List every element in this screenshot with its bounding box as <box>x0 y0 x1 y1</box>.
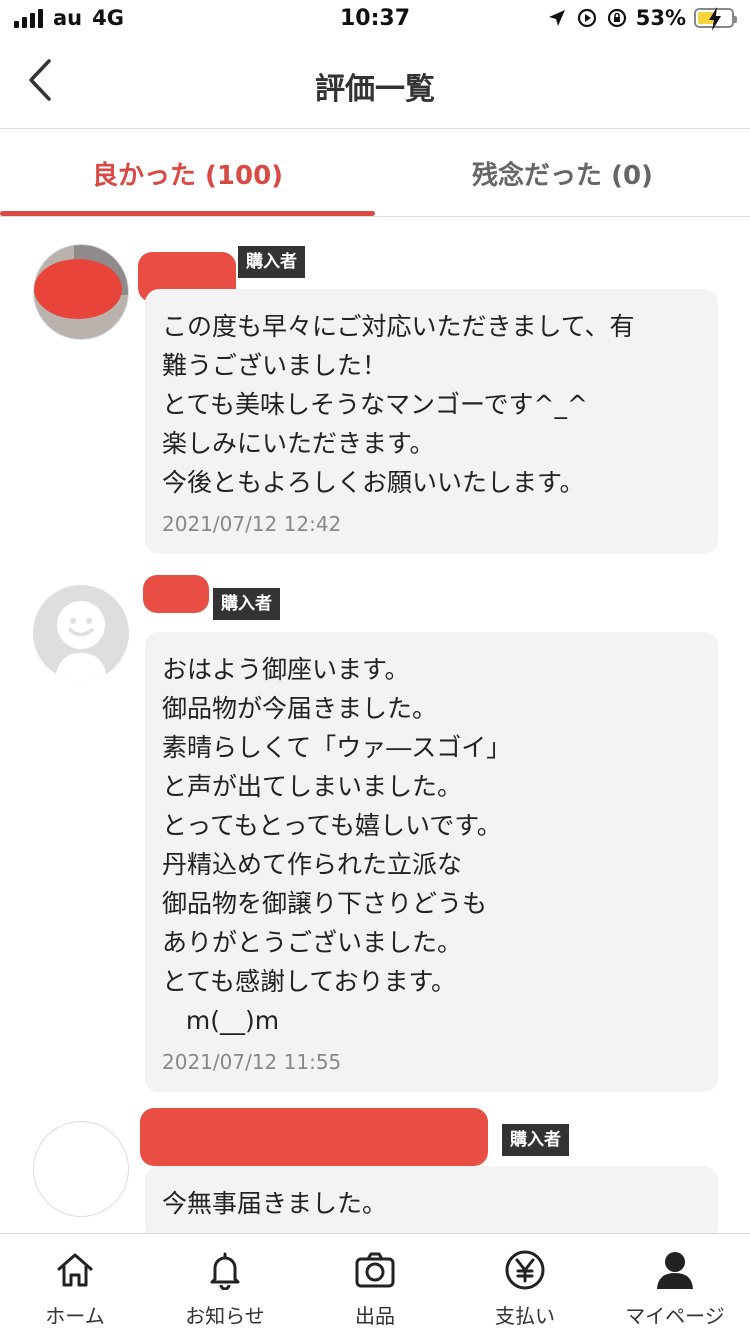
status-bar: au 4G 10:37 53% <box>0 0 750 40</box>
review-text: とても感謝しております。 <box>162 967 457 996</box>
review-text: 丹精込めて作られた立派な <box>162 850 463 879</box>
tabbar-label: 支払い <box>495 1304 555 1328</box>
navigation-bar: 評価一覧 <box>0 40 750 129</box>
review-bubble: おはよう御座います。 御品物が今届きました。 素晴らしくて「ウァ―スゴイ」 と声… <box>145 632 718 1092</box>
reviewer-avatar[interactable] <box>33 1121 129 1217</box>
tabbar-mypage[interactable]: マイページ <box>600 1234 750 1334</box>
rating-tabs: 良かった (100) 残念だった (0) <box>0 130 750 217</box>
tabbar-notifications[interactable]: お知らせ <box>150 1234 300 1334</box>
review-text: m(__)m <box>162 1006 280 1035</box>
buyer-badge: 購入者 <box>238 246 305 278</box>
yen-icon <box>503 1248 547 1292</box>
redacted-username <box>140 1108 488 1166</box>
tab-good[interactable]: 良かった (100) <box>0 130 375 216</box>
review-text: 楽しみにいただきます。 <box>162 429 435 458</box>
redacted-username <box>143 575 209 613</box>
review-text: 御品物を御譲り下さりどうも <box>162 889 488 918</box>
review-date: 2021/07/12 11:55 <box>162 1050 342 1074</box>
review-text: と声が出てしまいました。 <box>162 772 463 801</box>
screen-record-icon <box>576 7 598 29</box>
review-text: 素晴らしくて「ウァ―スゴイ」 <box>162 733 512 762</box>
reviewer-avatar[interactable] <box>33 585 129 681</box>
camera-icon <box>353 1248 397 1292</box>
tabbar-sell[interactable]: 出品 <box>300 1234 450 1334</box>
reviewer-avatar[interactable] <box>33 244 129 340</box>
review-list: 購入者 この度も早々にご対応いただきまして、有 難うございました！ とても美味し… <box>0 218 750 1233</box>
review-text: この度も早々にご対応いただきまして、有 <box>162 312 635 341</box>
review-text: おはよう御座います。 <box>162 655 410 684</box>
charging-bolt-icon <box>709 7 721 31</box>
tabbar-label: 出品 <box>355 1304 395 1328</box>
review-text: 今無事届きました。 <box>162 1189 388 1218</box>
tabbar-label: マイページ <box>625 1304 725 1328</box>
bottom-tab-bar: ホーム お知らせ 出品 支払い マイページ <box>0 1233 750 1334</box>
page-title: 評価一覧 <box>315 72 435 107</box>
review-text: 御品物が今届きました。 <box>162 694 438 723</box>
tabbar-home[interactable]: ホーム <box>0 1234 150 1334</box>
review-bubble: この度も早々にご対応いただきまして、有 難うございました！ とても美味しそうなマ… <box>145 289 718 554</box>
tabbar-label: ホーム <box>45 1304 105 1328</box>
buyer-badge: 購入者 <box>213 588 280 620</box>
location-arrow-icon <box>546 7 568 29</box>
status-right: 53% <box>546 6 737 31</box>
review-text: 難うございました！ <box>162 351 388 380</box>
buyer-badge: 購入者 <box>502 1124 569 1156</box>
review-date: 2021/07/12 12:42 <box>162 512 342 536</box>
home-icon <box>53 1248 97 1292</box>
tabbar-label: お知らせ <box>185 1304 265 1328</box>
battery-icon <box>694 7 737 31</box>
tabbar-payment[interactable]: 支払い <box>450 1234 600 1334</box>
review-text: 今後ともよろしくお願いいたします。 <box>162 468 585 497</box>
orientation-lock-icon <box>606 7 628 29</box>
bell-icon <box>203 1248 247 1292</box>
person-icon <box>653 1248 697 1292</box>
default-avatar-icon <box>55 601 107 681</box>
review-bubble: 今無事届きました。 <box>145 1166 718 1233</box>
review-text: とても美味しそうなマンゴーです^_^ <box>162 390 588 419</box>
battery-percent: 53% <box>635 6 686 30</box>
review-text: ありがとうございました。 <box>162 928 463 957</box>
review-text: とってもとっても嬉しいです。 <box>162 811 502 840</box>
tab-disappointing[interactable]: 残念だった (0) <box>375 130 750 216</box>
